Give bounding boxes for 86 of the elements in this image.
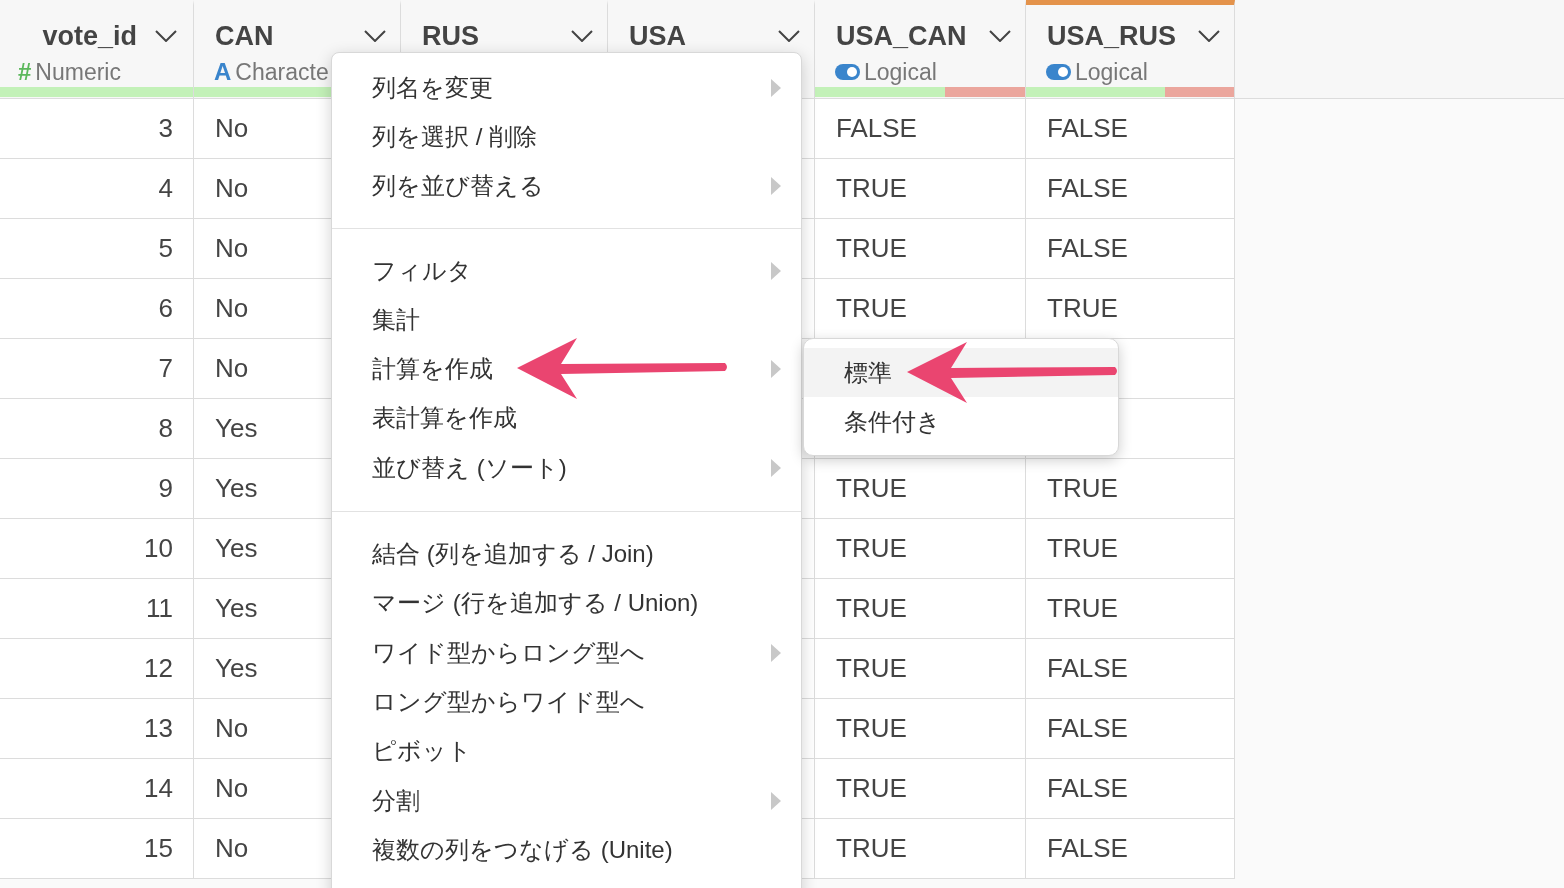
table-cell-text: 13 xyxy=(144,712,173,745)
menu-item[interactable]: 並び替え (ソート) xyxy=(332,443,801,493)
table-cell-text: Yes xyxy=(215,472,258,505)
menu-item[interactable]: 条件付き xyxy=(804,397,1118,446)
invalid-bar xyxy=(1165,87,1234,97)
menu-item[interactable]: 列を並び替える xyxy=(332,161,801,211)
table-cell-text: FALSE xyxy=(1047,832,1128,865)
chevron-down-icon[interactable] xyxy=(778,30,800,42)
table-cell-text: Yes xyxy=(215,652,258,685)
menu-item[interactable]: フィルタ xyxy=(332,245,801,296)
table-cell-text: 15 xyxy=(144,832,173,865)
table-cell-text: 14 xyxy=(144,772,173,805)
column-type: Characte xyxy=(235,57,329,87)
column-type: Logical xyxy=(1075,57,1148,87)
table-cell-text: Yes xyxy=(215,532,258,565)
table-cell-text: TRUE xyxy=(836,292,907,325)
table-cell-text: FALSE xyxy=(1047,772,1128,805)
toggle-icon xyxy=(1046,64,1071,80)
table-cell-text: 9 xyxy=(158,472,173,505)
menu-item[interactable]: マージ (行を追加する / Union) xyxy=(332,578,801,628)
table-cell-text: 3 xyxy=(158,112,173,145)
chevron-down-icon[interactable] xyxy=(1198,30,1220,42)
table-cell-text: 5 xyxy=(158,232,173,265)
table-cell-text: TRUE xyxy=(836,652,907,685)
column-type: Logical xyxy=(864,57,937,87)
table-cell-text: No xyxy=(215,772,249,805)
table-cell-text: 4 xyxy=(158,172,173,205)
table-cell-text: FALSE xyxy=(1047,712,1128,745)
column-name: vote_id xyxy=(42,19,137,53)
numeric-type-icon: # xyxy=(18,54,32,90)
table-cell-text: No xyxy=(215,232,249,265)
table-cell-text: 6 xyxy=(158,292,173,325)
table-cell-text: Yes xyxy=(215,592,258,625)
table-cell-text: TRUE xyxy=(1047,472,1118,505)
menu-item[interactable]: 列を選択 / 削除 xyxy=(332,112,801,162)
menu-item[interactable]: 結合 (列を追加する / Join) xyxy=(332,529,801,579)
column-name: USA xyxy=(629,19,686,53)
menu-item[interactable]: ワイド型からロング型へ xyxy=(332,627,801,678)
column-header[interactable]: USA_CAN Logical xyxy=(815,0,1026,98)
table-cell-text: FALSE xyxy=(1047,652,1128,685)
table-cell-text: 11 xyxy=(146,592,173,625)
column-name: USA_RUS xyxy=(1047,19,1177,53)
table-cell-text: FALSE xyxy=(1047,232,1128,265)
menu-item[interactable]: 分割 xyxy=(332,775,801,826)
table-cell-text: 8 xyxy=(158,412,173,445)
table-cell-text: TRUE xyxy=(836,772,907,805)
chevron-down-icon[interactable] xyxy=(155,30,177,42)
character-type-icon: A xyxy=(214,54,232,90)
table-cell-text: FALSE xyxy=(1047,112,1128,145)
table-cell-text: TRUE xyxy=(836,532,907,565)
column-name: USA_CAN xyxy=(836,19,967,53)
table-cell-text: TRUE xyxy=(836,472,907,505)
table-cell-text: TRUE xyxy=(836,172,907,205)
table-cell-text: 10 xyxy=(144,532,173,565)
table-cell-text: TRUE xyxy=(836,832,907,865)
table-cell-text: TRUE xyxy=(1047,532,1118,565)
column-name: CAN xyxy=(215,19,274,53)
table-cell-text: No xyxy=(215,292,249,325)
table-cell-text: TRUE xyxy=(1047,292,1118,325)
chevron-down-icon[interactable] xyxy=(571,30,593,42)
column-name: RUS xyxy=(422,19,479,53)
table-cell-text: TRUE xyxy=(836,712,907,745)
menu-item[interactable]: 計算を作成 xyxy=(332,344,801,394)
column-header[interactable]: vote_id # Numeric xyxy=(0,0,194,98)
table-cell-text: 7 xyxy=(158,352,173,385)
table-cell-text: FALSE xyxy=(1047,172,1128,205)
table-cell-text: No xyxy=(215,712,249,745)
table-cell-text: No xyxy=(215,352,249,385)
table-cell-text: TRUE xyxy=(1047,592,1118,625)
menu-item[interactable]: 集計 xyxy=(332,295,801,345)
table-cell-text: TRUE xyxy=(836,592,907,625)
table-cell-text: FALSE xyxy=(836,112,917,145)
chevron-down-icon[interactable] xyxy=(364,30,386,42)
table-cell-text: TRUE xyxy=(836,232,907,265)
table-cell-text: Yes xyxy=(215,412,258,445)
table-cell-text: No xyxy=(215,832,249,865)
menu-item[interactable]: ピボット xyxy=(332,726,801,776)
table-cell-text: 12 xyxy=(144,652,173,685)
column-type: Numeric xyxy=(35,57,121,87)
toggle-icon xyxy=(835,64,860,80)
menu-item[interactable]: ロング型からワイド型へ xyxy=(332,677,801,727)
chevron-down-icon[interactable] xyxy=(989,30,1011,42)
table-cell-text: No xyxy=(215,112,249,145)
menu-item[interactable]: 複数の列をつなげる (Unite) xyxy=(332,825,801,875)
table-cell-text: No xyxy=(215,172,249,205)
menu-item[interactable]: 表計算を作成 xyxy=(332,393,801,444)
